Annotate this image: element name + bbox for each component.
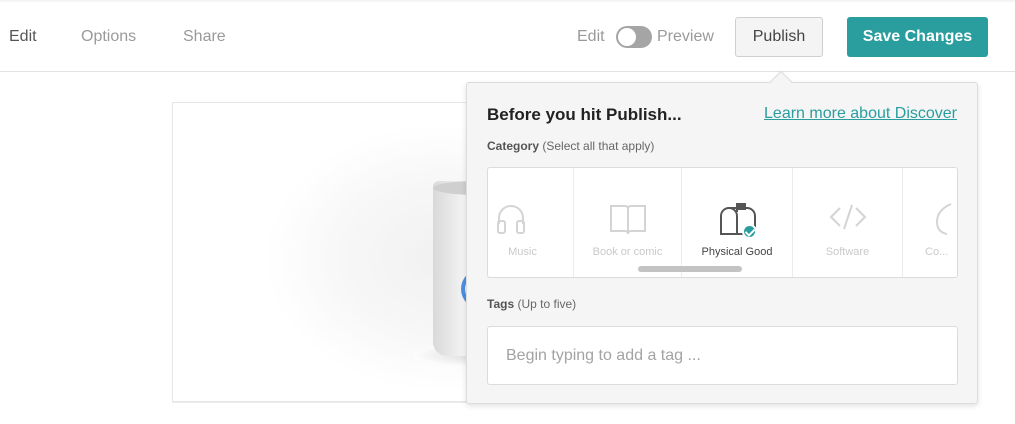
partial-icon xyxy=(933,202,953,241)
content-divider xyxy=(172,402,842,424)
code-icon xyxy=(829,202,867,237)
top-toolbar: Edit Options Share Edit Preview Publish … xyxy=(0,0,1015,72)
save-changes-button[interactable]: Save Changes xyxy=(847,17,988,57)
category-carousel[interactable]: Music Book or comic Physical Good Softwa… xyxy=(487,167,958,278)
learn-more-discover-link[interactable]: Learn more about Discover xyxy=(764,105,957,123)
category-item-book[interactable]: Book or comic xyxy=(574,168,682,277)
nav-share-link[interactable]: Share xyxy=(183,28,226,46)
edit-preview-toggle[interactable] xyxy=(616,26,652,48)
category-label-text: Category xyxy=(487,139,540,153)
book-icon xyxy=(609,202,647,241)
toggle-knob xyxy=(618,28,636,46)
publish-button[interactable]: Publish xyxy=(735,17,823,57)
selected-check-icon xyxy=(742,224,757,239)
tags-hint: (Up to five) xyxy=(517,297,577,311)
category-scrollbar[interactable] xyxy=(638,266,742,272)
category-label-partial: Co... xyxy=(925,246,949,258)
mode-edit-label: Edit xyxy=(577,28,605,45)
popover-caret xyxy=(769,70,793,94)
category-item-music[interactable]: Music xyxy=(488,168,574,277)
category-item-physical-good[interactable]: Physical Good xyxy=(682,168,793,277)
category-item-software[interactable]: Software xyxy=(793,168,903,277)
tag-input[interactable] xyxy=(487,326,958,385)
tags-label-text: Tags xyxy=(487,297,515,311)
headphones-icon xyxy=(494,202,528,241)
category-label: Category (Select all that apply) xyxy=(487,139,654,153)
mode-preview-label: Preview xyxy=(657,28,714,45)
popover-title: Before you hit Publish... xyxy=(487,105,682,124)
category-hint: (Select all that apply) xyxy=(542,139,655,153)
category-label-music: Music xyxy=(508,246,537,258)
toolbar-top-shadow xyxy=(0,0,1015,3)
category-item-partial[interactable]: Co... xyxy=(903,168,957,277)
nav-edit-link[interactable]: Edit xyxy=(9,28,37,46)
category-label-software: Software xyxy=(825,246,870,258)
nav-options-link[interactable]: Options xyxy=(81,28,136,46)
publish-popover: Before you hit Publish... Learn more abo… xyxy=(466,70,978,404)
category-label-physical-good: Physical Good xyxy=(701,246,773,258)
tags-label: Tags (Up to five) xyxy=(487,297,576,311)
category-label-book: Book or comic xyxy=(592,246,663,258)
